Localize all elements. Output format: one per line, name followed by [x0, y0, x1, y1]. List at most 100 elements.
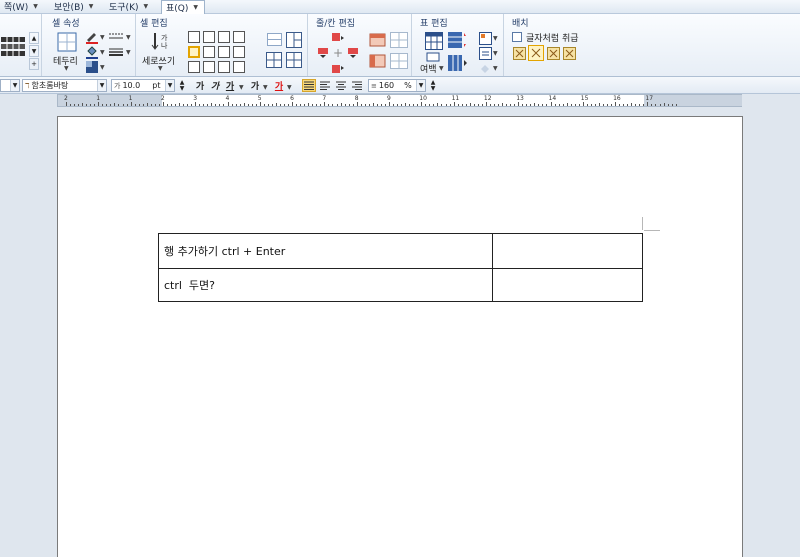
- align-middle-justify-icon[interactable]: [233, 46, 245, 58]
- chevron-down-icon[interactable]: ▼: [100, 64, 105, 71]
- insert-row-above-icon[interactable]: [330, 31, 346, 45]
- chevron-down-icon[interactable]: ▼: [439, 65, 444, 72]
- align-middle-center-icon[interactable]: [203, 46, 215, 58]
- ruler-tick: [429, 104, 431, 106]
- line-weight-icon[interactable]: [108, 45, 124, 59]
- gallery-expand-icon[interactable]: +: [29, 58, 39, 70]
- align-middle-left-icon[interactable]: [188, 46, 200, 58]
- align-justify-button[interactable]: [302, 79, 316, 92]
- wrap-front-icon[interactable]: [562, 46, 576, 60]
- col-width-icon[interactable]: [448, 54, 468, 72]
- font-name-select[interactable]: ℸ 함초롬바탕 ▼: [22, 79, 107, 92]
- table-style-gallery[interactable]: ▲ ▼ +: [0, 14, 42, 76]
- chevron-down-icon: ▼: [165, 80, 174, 91]
- align-right-button[interactable]: [350, 79, 364, 92]
- align-bottom-center-icon[interactable]: [203, 61, 215, 73]
- ruler-number: 2: [64, 95, 68, 102]
- table-cell[interactable]: 행 추가하기 ctrl + Enter: [159, 234, 492, 268]
- col-grid-icon[interactable]: [390, 52, 408, 70]
- table-cell-fill-icon[interactable]: [478, 61, 492, 75]
- horizontal-ruler[interactable]: 2 1 1 2 3 4 5 6 7 8 9 10 11 12 13 14 15 16 17: [57, 94, 742, 107]
- wrap-behind-icon[interactable]: [546, 46, 560, 60]
- ruler-tick: [336, 104, 338, 106]
- chevron-down-icon[interactable]: ▼: [126, 49, 131, 56]
- menu-tools[interactable]: 도구(K) ▼: [101, 0, 161, 14]
- merge-cells-icon[interactable]: [266, 32, 282, 46]
- chevron-down-icon[interactable]: ▼: [100, 34, 105, 41]
- treat-as-char-checkbox[interactable]: [512, 32, 522, 42]
- row-grid-icon[interactable]: [390, 31, 408, 49]
- wrap-tight-icon[interactable]: [528, 45, 544, 61]
- align-bottom-left-icon[interactable]: [188, 61, 200, 73]
- insert-col-left-icon[interactable]: [316, 46, 330, 60]
- chevron-down-icon[interactable]: ▼: [158, 65, 163, 72]
- chevron-down-icon[interactable]: ▼: [64, 65, 69, 72]
- bold-button[interactable]: 가: [194, 79, 206, 92]
- line-spacing-input[interactable]: ≡ 160 % ▼: [368, 79, 426, 92]
- align-bottom-justify-icon[interactable]: [233, 61, 245, 73]
- table-props-icon[interactable]: [424, 31, 444, 51]
- chevron-down-icon[interactable]: ▼: [493, 35, 498, 42]
- cell-shade-icon[interactable]: [84, 60, 100, 74]
- style-select[interactable]: ▼: [0, 79, 20, 92]
- align-top-left-icon[interactable]: [188, 31, 200, 43]
- split-cells-icon[interactable]: [286, 32, 302, 48]
- align-top-justify-icon[interactable]: [233, 31, 245, 43]
- document-page[interactable]: [57, 116, 743, 557]
- delete-col-icon[interactable]: [368, 52, 388, 70]
- gallery-scroll-down-icon[interactable]: ▼: [29, 45, 39, 57]
- menu-security[interactable]: 보안(B) ▼: [44, 0, 101, 14]
- table-style-icon[interactable]: [0, 34, 28, 62]
- align-top-right-icon[interactable]: [218, 31, 230, 43]
- chevron-down-icon[interactable]: ▼: [100, 49, 105, 56]
- cell-quarter-icon[interactable]: [286, 52, 302, 68]
- table-formula-icon[interactable]: [478, 46, 492, 60]
- chevron-down-icon[interactable]: ▼: [239, 84, 244, 91]
- gallery-scroll-up-icon[interactable]: ▲: [29, 32, 39, 44]
- margin-icon[interactable]: [424, 52, 442, 62]
- align-top-center-icon[interactable]: [203, 31, 215, 43]
- ruler-tick: [433, 104, 435, 106]
- insert-col-right-icon[interactable]: [346, 46, 360, 60]
- italic-button[interactable]: 가: [209, 79, 221, 92]
- strike-button[interactable]: 가: [249, 79, 261, 92]
- table-cell[interactable]: [493, 269, 642, 301]
- ruler-tick: [675, 104, 677, 106]
- font-size-spinner[interactable]: ▲ ▼: [177, 79, 187, 92]
- chevron-down-icon[interactable]: ▼: [126, 34, 131, 41]
- document-table[interactable]: 행 추가하기 ctrl + Enter ctrl 두면?: [158, 233, 643, 302]
- menu-table[interactable]: 표(Q) ▼: [161, 0, 205, 15]
- underline-button[interactable]: 가: [224, 79, 236, 92]
- cell-grid-icon[interactable]: [266, 52, 282, 68]
- align-bottom-right-icon[interactable]: [218, 61, 230, 73]
- chevron-down-icon[interactable]: ▼: [493, 65, 498, 72]
- table-calc-icon[interactable]: [478, 31, 492, 45]
- table-cell[interactable]: ctrl 두면?: [159, 269, 492, 301]
- vertical-text-icon[interactable]: 가나: [150, 30, 172, 52]
- group-table-edit: 표 편집 여백 ▼ ▼ ▼ ▼: [412, 14, 504, 76]
- insert-row-below-icon[interactable]: [330, 61, 346, 75]
- menu-table-label: 표(Q): [166, 4, 189, 14]
- chevron-down-icon[interactable]: ▼: [287, 84, 292, 91]
- chevron-down-icon[interactable]: ▼: [493, 50, 498, 57]
- font-color-button[interactable]: 가: [273, 79, 285, 92]
- align-center-button[interactable]: [334, 79, 348, 92]
- wrap-square-icon[interactable]: [512, 46, 526, 60]
- pen-color-icon[interactable]: [84, 30, 100, 44]
- line-spacing-spinner[interactable]: ▲ ▼: [428, 79, 438, 92]
- margin-label: 여백: [420, 65, 437, 75]
- menu-page[interactable]: 쪽(W) ▼: [0, 0, 44, 14]
- ruler-tick: [166, 104, 168, 106]
- line-type-icon[interactable]: [108, 30, 124, 44]
- delete-row-icon[interactable]: [368, 31, 388, 49]
- ruler-number: 16: [613, 95, 621, 102]
- ruler-tick: [534, 103, 536, 106]
- row-height-icon[interactable]: [448, 31, 468, 49]
- chevron-down-icon[interactable]: ▼: [263, 84, 268, 91]
- fill-color-icon[interactable]: [84, 45, 100, 59]
- border-icon[interactable]: [56, 31, 78, 53]
- table-cell[interactable]: [493, 234, 642, 268]
- align-middle-right-icon[interactable]: [218, 46, 230, 58]
- align-left-button[interactable]: [318, 79, 332, 92]
- font-size-input[interactable]: 가 10.0 pt ▼: [111, 79, 175, 92]
